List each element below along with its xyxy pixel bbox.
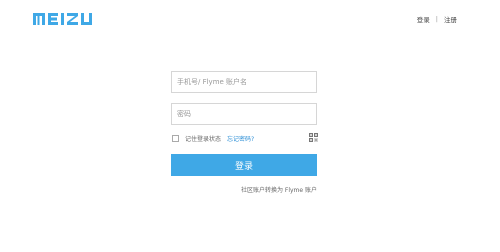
convert-account-link[interactable]: 社区账户转换为 Flyme 账户 [241, 185, 317, 194]
logo-graphic [33, 13, 92, 25]
top-register-link[interactable]: 注册 [444, 14, 457, 24]
login-button[interactable]: 登录 [171, 154, 317, 176]
remember-checkbox[interactable] [172, 134, 179, 142]
top-nav: 登录 | 注册 [417, 14, 457, 24]
password-input[interactable] [177, 104, 311, 124]
account-field[interactable] [171, 71, 317, 93]
top-login-link[interactable]: 登录 [417, 14, 430, 24]
remember-label[interactable]: 记住登录状态 [185, 134, 221, 143]
nav-separator: | [435, 15, 438, 23]
forgot-password-link[interactable]: 忘记密码? [227, 134, 254, 143]
meizu-logo[interactable] [33, 12, 113, 26]
qr-code-icon[interactable] [309, 133, 318, 142]
remember-row: 记住登录状态 忘记密码? [172, 133, 318, 143]
account-input[interactable] [177, 72, 311, 92]
password-field[interactable] [171, 103, 317, 125]
